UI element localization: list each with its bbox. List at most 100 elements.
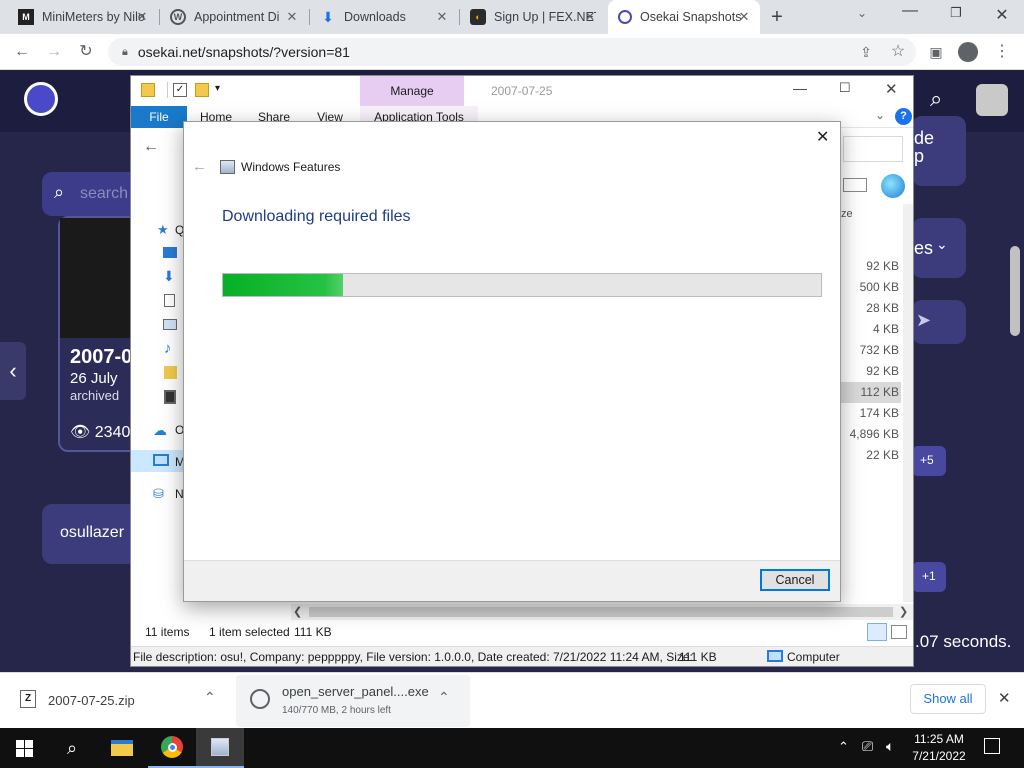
minimize-window-icon[interactable]: — (898, 2, 922, 20)
minimize-icon[interactable]: — (793, 80, 807, 96)
close-tab-icon[interactable]: ✕ (284, 9, 300, 25)
downloads-arrow-icon: ⬇ (163, 268, 175, 284)
tab-search-chevron-icon[interactable]: ⌄ (852, 6, 872, 20)
badge-plus-1[interactable]: +1 (912, 562, 946, 592)
close-tab-icon[interactable]: ✕ (736, 9, 752, 25)
taskbar-chrome[interactable] (148, 728, 196, 768)
share-icon[interactable]: ⇪ (856, 42, 876, 62)
close-window-icon[interactable]: ✕ (990, 5, 1014, 25)
chevron-up-icon[interactable]: ⌃ (204, 689, 216, 706)
size-column-header[interactable]: ze (841, 208, 853, 220)
download-item-zip[interactable]: Z 2007-07-25.zip ⌃ (0, 673, 232, 729)
cancel-button[interactable]: Cancel (760, 569, 830, 591)
bookmark-star-icon[interactable]: ☆ (888, 42, 908, 62)
start-button[interactable] (0, 728, 48, 768)
close-tab-icon[interactable]: ✕ (582, 9, 598, 25)
taskbar-file-explorer[interactable] (98, 728, 146, 768)
documents-icon (164, 294, 175, 307)
dialog-footer: Cancel (184, 560, 840, 601)
close-tab-icon[interactable]: ✕ (434, 9, 450, 25)
tab-minimeters[interactable]: M MiniMeters by Nilo ✕ (8, 0, 158, 34)
show-hidden-icons-chevron-icon[interactable]: ⌃ (838, 739, 849, 755)
send-button[interactable]: ➤ (912, 300, 966, 344)
new-tab-button[interactable]: + (766, 7, 788, 29)
user-card[interactable]: osullazer (42, 504, 142, 564)
manage-context-tab[interactable]: Manage (360, 76, 464, 106)
volume-icon[interactable]: 🔈︎ (886, 738, 894, 755)
back-arrow-icon[interactable]: ← (12, 42, 32, 62)
details-view-icon[interactable] (867, 623, 887, 641)
file-size[interactable]: 92 KB (837, 361, 901, 382)
side-panel-icon[interactable]: ▣ (926, 42, 946, 62)
chevron-down-icon: ⌄ (936, 236, 948, 252)
file-size[interactable]: 4 KB (837, 319, 901, 340)
explorer-titlebar: ✓ ▾ Manage 2007-07-25 — ☐ ✕ (131, 76, 913, 106)
horizontal-scrollbar[interactable]: ❮ ❯ (291, 604, 913, 620)
file-size[interactable]: 4,896 KB (837, 424, 901, 445)
windows-features-icon (211, 738, 229, 756)
tab-osekai[interactable]: Osekai Snapshots ✕ (608, 0, 760, 34)
ribbon-tab-file[interactable]: File (131, 106, 187, 128)
show-all-downloads-button[interactable]: Show all (910, 684, 986, 714)
explorer-search-box[interactable] (843, 136, 903, 162)
divider (167, 82, 168, 98)
back-arrow-icon[interactable]: ← (192, 158, 207, 175)
close-icon[interactable]: ✕ (816, 127, 829, 147)
file-size[interactable]: 22 KB (837, 445, 901, 466)
large-icons-view-icon[interactable] (891, 625, 907, 639)
file-size[interactable]: 28 KB (837, 298, 901, 319)
preview-pane-icon[interactable] (843, 178, 867, 192)
user-avatar[interactable] (976, 84, 1008, 116)
file-size[interactable]: 92 KB (837, 256, 901, 277)
scrollbar-thumb[interactable] (309, 607, 893, 617)
osekai-logo-icon[interactable] (24, 82, 58, 116)
tab-appointment[interactable]: W Appointment Di ✕ (160, 0, 308, 34)
download-progress-ring-icon (250, 689, 270, 709)
tab-downloads[interactable]: ⬇ Downloads ✕ (310, 0, 458, 34)
page-scrollbar[interactable] (1010, 246, 1020, 336)
reload-icon[interactable]: ↻ (76, 42, 96, 62)
carousel-prev-button[interactable]: ‹ (0, 342, 26, 400)
search-box[interactable]: ⌕ search (42, 172, 142, 216)
close-tab-icon[interactable]: ✕ (134, 9, 150, 25)
search-icon[interactable]: ⌕ (930, 86, 942, 112)
download-item-exe[interactable]: open_server_panel....exe 140/770 MB, 2 h… (236, 675, 470, 727)
zip-file-icon: Z (20, 690, 36, 708)
scroll-left-icon[interactable]: ❮ (293, 605, 302, 618)
scroll-right-icon[interactable]: ❯ (899, 605, 908, 618)
snapshot-archived: archived (70, 388, 120, 403)
chrome-menu-icon[interactable]: ⋮ (992, 42, 1012, 62)
file-size[interactable]: 500 KB (837, 277, 901, 298)
taskbar-search-button[interactable]: ⌕ (48, 728, 96, 768)
versions-menu-label: es (914, 238, 934, 258)
vertical-scrollbar[interactable] (903, 204, 913, 602)
file-size[interactable]: 174 KB (837, 403, 901, 424)
snapshot-date: 26 July (70, 370, 118, 387)
tab-fex[interactable]: ◐ Sign Up | FEX.NET ✕ (460, 0, 606, 34)
badge-plus-5[interactable]: +5 (912, 446, 946, 476)
restore-window-icon[interactable]: ❐ (944, 5, 968, 21)
quick-access-dropdown-icon[interactable]: ▾ (215, 83, 220, 94)
badge-text: +1 (922, 569, 936, 583)
profile-avatar-icon[interactable] (958, 42, 978, 62)
network-status-icon[interactable]: ⎚ (862, 738, 873, 755)
file-size-selected[interactable]: 112 KB (837, 382, 901, 403)
back-arrow-icon[interactable]: ← (143, 138, 159, 156)
chevron-up-icon[interactable]: ⌃ (438, 689, 450, 706)
file-size[interactable]: 732 KB (837, 340, 901, 361)
windows-features-icon (220, 160, 235, 174)
close-downloads-bar-icon[interactable]: ✕ (998, 689, 1011, 707)
notification-center-icon[interactable] (984, 738, 1000, 754)
close-icon[interactable]: ✕ (885, 80, 898, 98)
address-bar[interactable]: 🔒︎ osekai.net/snapshots/?version=81 (108, 38, 916, 66)
taskbar-clock[interactable]: 11:25 AM 7/21/2022 (908, 731, 970, 765)
snapshot-card[interactable]: 2007-0 26 July archived 👁︎ 2340 (58, 216, 138, 452)
maximize-icon[interactable]: ☐ (839, 80, 851, 96)
properties-icon[interactable]: ✓ (173, 83, 187, 97)
forward-arrow-icon[interactable]: → (44, 42, 64, 62)
taskbar-windows-features[interactable] (196, 728, 244, 768)
ribbon-expand-chevron-icon[interactable]: ⌄ (875, 108, 885, 122)
help-icon[interactable]: ? (895, 108, 912, 125)
new-folder-icon[interactable] (195, 83, 209, 97)
versions-menu[interactable]: es ⌄ (912, 218, 966, 278)
